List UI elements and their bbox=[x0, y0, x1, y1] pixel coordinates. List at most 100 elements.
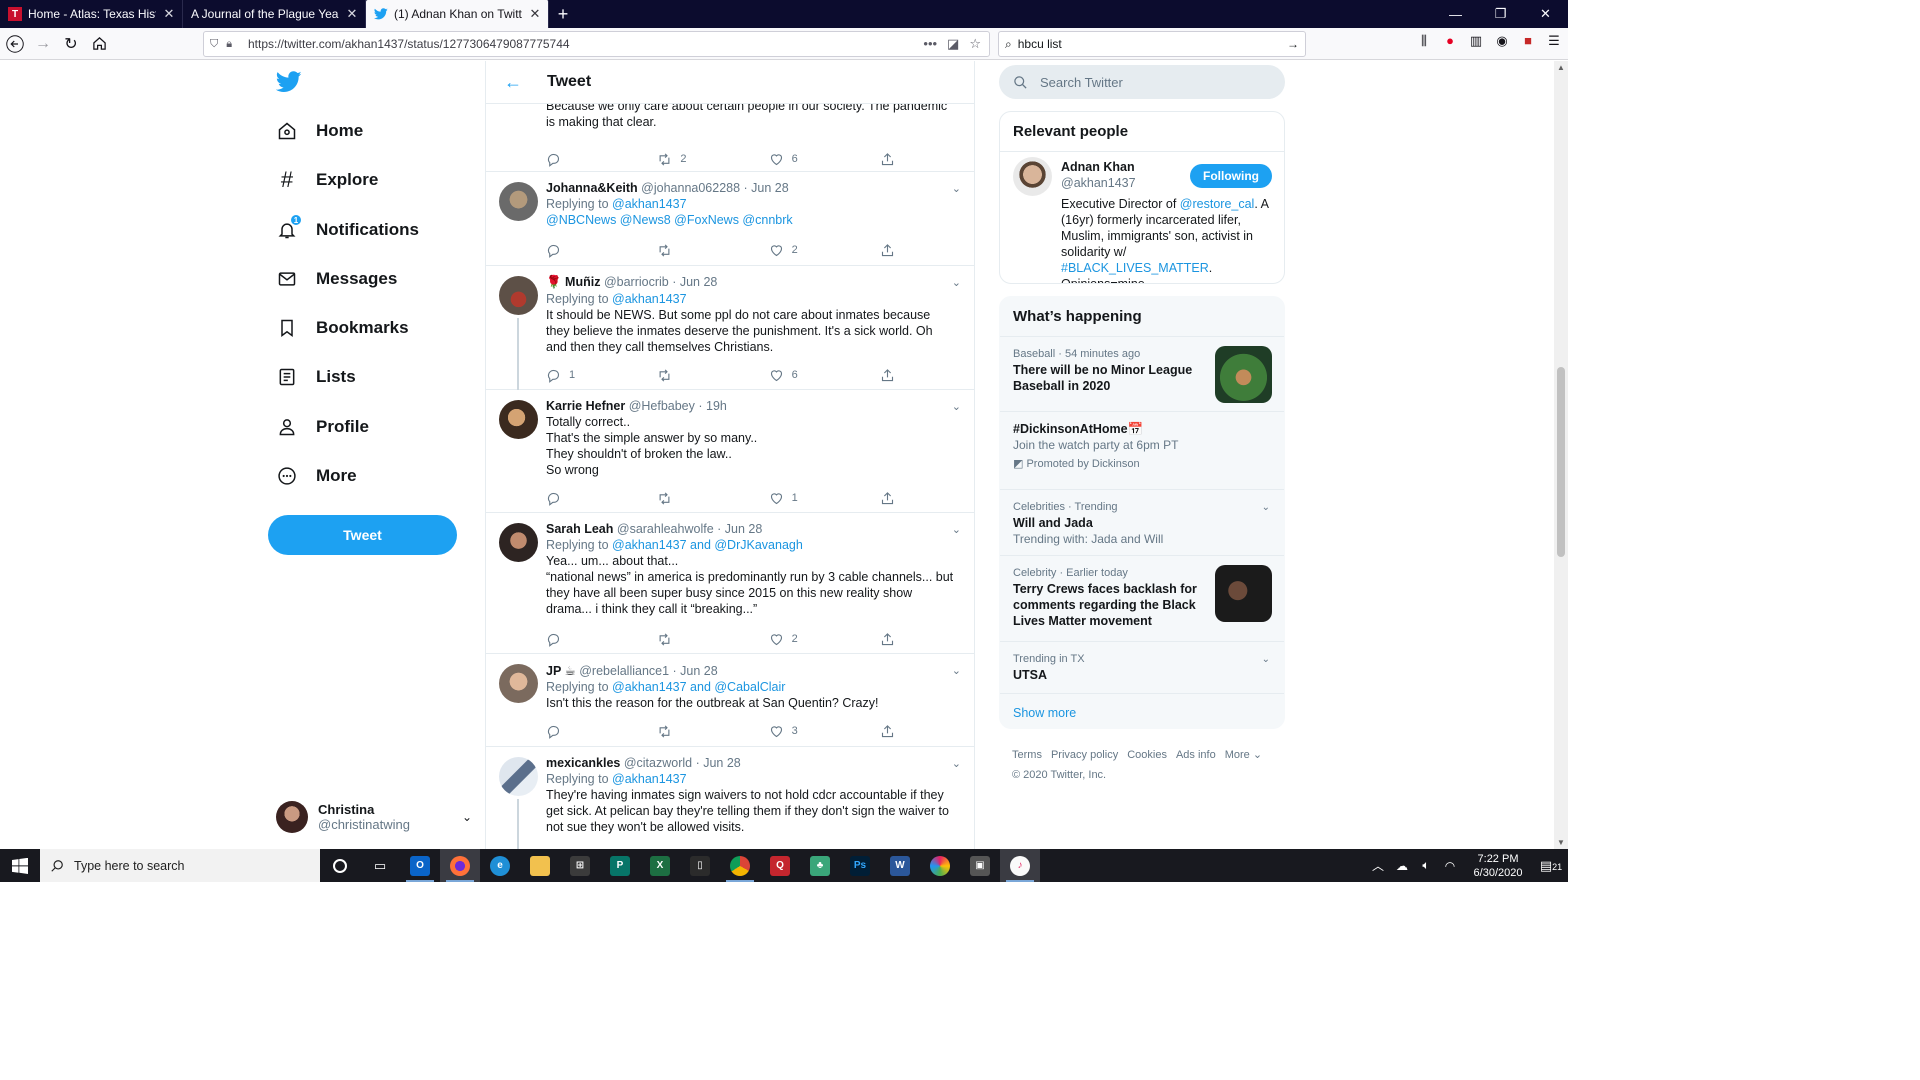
like-button[interactable]: 2 bbox=[769, 242, 829, 258]
author-handle[interactable]: @barriocrib bbox=[604, 275, 669, 289]
person-card[interactable]: Adnan Khan @akhan1437 Executive Director… bbox=[1000, 112, 1284, 283]
scroll-down-icon[interactable]: ▼ bbox=[1554, 838, 1568, 847]
home-icon[interactable] bbox=[86, 31, 112, 57]
author-handle[interactable]: @sarahleahwolfe bbox=[617, 522, 714, 536]
footer-link[interactable]: More ⌄ bbox=[1225, 749, 1262, 761]
action-center-icon[interactable]: ▤21 bbox=[1534, 858, 1568, 874]
account-icon[interactable]: ◉ bbox=[1494, 33, 1510, 49]
like-button[interactable]: 6 bbox=[769, 151, 829, 167]
system-clock[interactable]: 7:22 PM 6/30/2020 bbox=[1462, 852, 1534, 880]
pocket-icon[interactable]: ◪ bbox=[947, 36, 959, 52]
twitter-search-input[interactable]: Search Twitter bbox=[999, 65, 1285, 99]
tweet-time[interactable]: Jun 28 bbox=[725, 522, 763, 536]
tweet-item[interactable]: ⌄ 🌹 Muñiz @barriocrib · Jun 28 Replying … bbox=[486, 266, 974, 390]
scroll-up-icon[interactable]: ▲ bbox=[1554, 63, 1568, 72]
author-handle[interactable]: @johanna062288 bbox=[641, 181, 740, 195]
replying-link[interactable]: @akhan1437 bbox=[612, 197, 687, 211]
onedrive-cloud-icon[interactable]: ☁ bbox=[1390, 859, 1414, 873]
reply-button[interactable] bbox=[546, 723, 606, 739]
trend-item[interactable]: Celebrities · Trending Will and Jada Tre… bbox=[1000, 490, 1284, 556]
browser-search-bar[interactable]: ⌕ hbcu list → bbox=[998, 31, 1306, 57]
share-button[interactable] bbox=[880, 723, 896, 739]
chevron-down-icon[interactable]: ⌄ bbox=[1262, 500, 1270, 516]
replying-link[interactable]: @akhan1437 and @CabalClair bbox=[612, 680, 785, 694]
wifi-icon[interactable]: ◠ bbox=[1438, 859, 1462, 873]
reply-button[interactable] bbox=[546, 631, 606, 647]
tweet-item[interactable]: ⌄ Karrie Hefner @Hefbabey · 19h Totally … bbox=[486, 390, 974, 513]
cortana-icon[interactable] bbox=[320, 849, 360, 882]
colorful-app-icon[interactable] bbox=[920, 849, 960, 882]
page-scrollbar[interactable]: ▲ ▼ bbox=[1554, 61, 1568, 849]
pinterest-icon[interactable]: ● bbox=[1442, 33, 1458, 49]
following-button[interactable]: Following bbox=[1190, 164, 1272, 188]
store-icon[interactable]: ⊞ bbox=[560, 849, 600, 882]
author-name[interactable]: Sarah Leah bbox=[546, 522, 613, 536]
nav-item-profile[interactable]: Profile bbox=[276, 412, 369, 442]
taskbar-search-input[interactable]: Type here to search bbox=[40, 849, 320, 882]
bookmark-star-icon[interactable]: ☆ bbox=[969, 36, 981, 52]
bio-link[interactable]: @restore_cal bbox=[1180, 197, 1255, 211]
tweet-time[interactable]: Jun 28 bbox=[680, 664, 718, 678]
minimize-icon[interactable]: — bbox=[1433, 0, 1478, 28]
windows-start-icon[interactable] bbox=[0, 849, 40, 882]
author-handle[interactable]: @rebelalliance1 bbox=[579, 664, 669, 678]
avatar[interactable] bbox=[1013, 157, 1052, 196]
forward-arrow-icon[interactable]: → bbox=[30, 31, 56, 57]
app-green-icon[interactable]: ♣ bbox=[800, 849, 840, 882]
retweet-button[interactable] bbox=[657, 367, 717, 383]
restore-icon[interactable]: ❐ bbox=[1478, 0, 1523, 28]
tweet-item[interactable]: ⌄ Johanna&Keith @johanna062288 · Jun 28 … bbox=[486, 172, 974, 266]
menu-icon[interactable]: ☰ bbox=[1546, 33, 1562, 49]
like-button[interactable]: 3 bbox=[769, 723, 829, 739]
word-icon[interactable]: W bbox=[880, 849, 920, 882]
reply-button[interactable] bbox=[546, 151, 606, 167]
outlook-icon[interactable]: O bbox=[400, 849, 440, 882]
chrome-icon[interactable] bbox=[720, 849, 760, 882]
publisher-icon[interactable]: P bbox=[600, 849, 640, 882]
author-name[interactable]: JP ☕ bbox=[546, 664, 576, 678]
file-explorer-icon[interactable] bbox=[520, 849, 560, 882]
nav-item-explore[interactable]: # Explore bbox=[276, 165, 378, 195]
nav-item-home[interactable]: Home bbox=[276, 116, 363, 146]
trend-item[interactable]: Baseball · 54 minutes ago There will be … bbox=[1000, 337, 1284, 412]
search-value[interactable]: hbcu list bbox=[1018, 37, 1281, 51]
trend-item[interactable]: #DickinsonAtHome📅 Join the watch party a… bbox=[1000, 412, 1284, 490]
like-button[interactable]: 1 bbox=[769, 490, 829, 506]
back-arrow-icon[interactable]: ← bbox=[486, 72, 536, 93]
browser-tab-1[interactable]: T Home - Atlas: Texas Historical C ✕ bbox=[0, 0, 183, 28]
tweet-time[interactable]: Jun 28 bbox=[680, 275, 718, 289]
share-button[interactable] bbox=[880, 367, 896, 383]
share-button[interactable] bbox=[880, 242, 896, 258]
replying-link[interactable]: @akhan1437 bbox=[612, 772, 687, 786]
sidebar-icon[interactable]: ▥ bbox=[1468, 33, 1484, 49]
browser-tab-3[interactable]: (1) Adnan Khan on Twitter: "Cal ✕ bbox=[366, 0, 549, 28]
footer-link[interactable]: Privacy policy bbox=[1051, 749, 1118, 761]
search-go-arrow-icon[interactable]: → bbox=[1287, 37, 1299, 51]
nav-item-lists[interactable]: Lists bbox=[276, 362, 356, 392]
share-button[interactable] bbox=[880, 631, 896, 647]
retweet-button[interactable] bbox=[657, 242, 717, 258]
retweet-button[interactable] bbox=[657, 723, 717, 739]
close-icon[interactable]: ✕ bbox=[528, 6, 542, 22]
like-button[interactable]: 6 bbox=[769, 367, 829, 383]
tweet-item[interactable]: ⌄ JP ☕ @rebelalliance1 · Jun 28 Replying… bbox=[486, 654, 974, 747]
reload-icon[interactable]: ↻ bbox=[58, 31, 84, 57]
page-actions-icon[interactable]: ••• bbox=[923, 36, 937, 52]
tweet-item[interactable]: ⌄ Sarah Leah @sarahleahwolfe · Jun 28 Re… bbox=[486, 513, 974, 654]
author-name[interactable]: Johanna&Keith bbox=[546, 181, 638, 195]
author-name[interactable]: mexicankles bbox=[546, 756, 620, 770]
reply-button[interactable] bbox=[546, 490, 606, 506]
nav-item-bookmarks[interactable]: Bookmarks bbox=[276, 313, 409, 343]
volume-icon[interactable]: 🔈︎ bbox=[1414, 858, 1438, 873]
reply-button[interactable]: 1 bbox=[546, 367, 606, 383]
app-shield-icon[interactable]: Q bbox=[760, 849, 800, 882]
lock-icon[interactable]: 🔒︎ bbox=[226, 38, 232, 51]
tweet-time[interactable]: 19h bbox=[706, 399, 727, 413]
browser-tab-2[interactable]: A Journal of the Plague Year - Covid ✕ bbox=[183, 0, 366, 28]
messenger-icon[interactable]: ▣ bbox=[960, 849, 1000, 882]
task-view-icon[interactable]: ▭ bbox=[360, 849, 400, 882]
share-button[interactable] bbox=[880, 151, 896, 167]
tweet-text[interactable]: @NBCNews @News8 @FoxNews @cnnbrk bbox=[546, 212, 956, 228]
retweet-button[interactable]: 2 bbox=[657, 151, 717, 167]
url-text[interactable]: https://twitter.com/akhan1437/status/127… bbox=[248, 37, 923, 51]
